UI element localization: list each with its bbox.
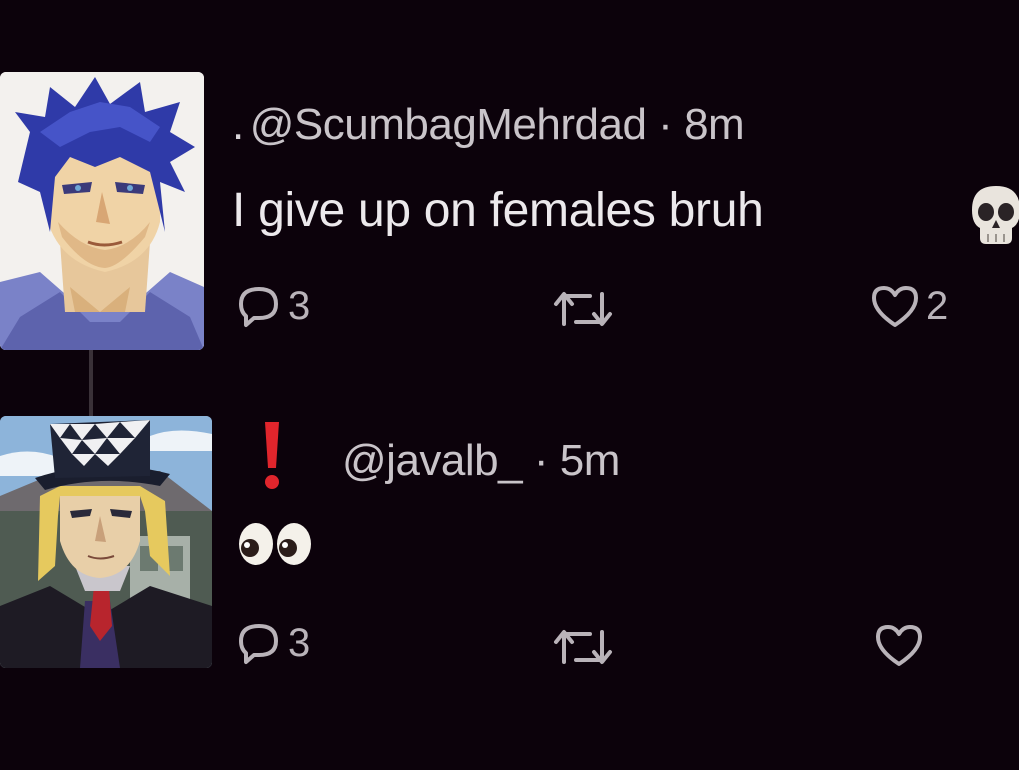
eyes-emoji: [236, 520, 316, 568]
tweet-1-name-prefix: .: [232, 100, 244, 149]
tweet-2-retweet-button[interactable]: [552, 626, 614, 668]
tweet-2-time[interactable]: 5m: [560, 436, 621, 485]
heart-icon: [870, 283, 920, 329]
tweet-2-like-button[interactable]: [874, 622, 924, 668]
retweet-icon: [552, 626, 614, 668]
avatar-javalb[interactable]: [0, 416, 212, 668]
tweet-1-like-button[interactable]: 2: [870, 283, 948, 329]
retweet-icon: [552, 288, 614, 330]
tweet-2-separator: ·: [522, 436, 560, 485]
tweet-1-time[interactable]: 8m: [684, 100, 745, 149]
tweet-1-reply-count: 3: [288, 283, 311, 328]
tweet-2-handle[interactable]: @javalb_: [342, 436, 523, 485]
exclamation-emoji: [262, 420, 282, 492]
reply-icon: [236, 283, 282, 329]
tweet-1-retweet-button[interactable]: [552, 288, 614, 330]
tweet-2-reply-button[interactable]: 3: [236, 620, 310, 666]
tweet-1-like-count: 2: [926, 283, 949, 328]
tweet-1-text: I give up on females bruh: [232, 184, 764, 237]
tweet-2-reply-count: 3: [288, 620, 311, 665]
tweet-2-header: @javalb_ · 5m: [342, 436, 620, 486]
tweet-1-header: . @ScumbagMehrdad · 8m: [232, 100, 745, 150]
avatar-scumbagmehrdad[interactable]: [0, 72, 204, 350]
tweet-1-handle[interactable]: @ScumbagMehrdad: [250, 100, 647, 149]
tweet-1-reply-button[interactable]: 3: [236, 283, 310, 329]
tweet-1-separator: ·: [646, 100, 685, 149]
thread-connector-line: [89, 350, 93, 416]
reply-icon: [236, 620, 282, 666]
skull-emoji: [964, 180, 1019, 250]
heart-icon: [874, 622, 924, 668]
